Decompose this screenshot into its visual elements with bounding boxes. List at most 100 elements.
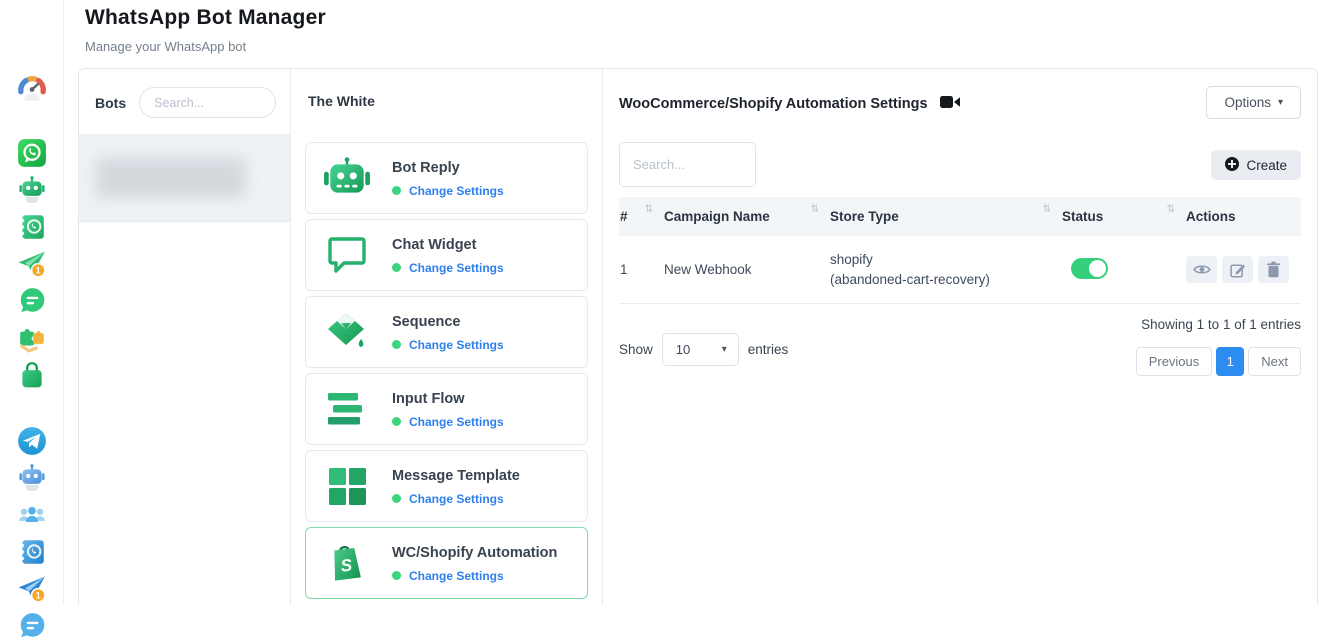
cell-campaign-name: New Webhook [663,236,829,304]
automation-settings-panel: WooCommerce/Shopify Automation Settings … [603,69,1317,605]
sort-icon[interactable]: ⇅ [645,204,653,215]
previous-page-button[interactable]: Previous [1136,347,1213,376]
status-dot [392,571,401,580]
create-button[interactable]: Create [1211,150,1301,180]
feature-title: Chat Widget [392,237,476,253]
next-page-button[interactable]: Next [1248,347,1301,376]
show-label: Show [619,342,653,357]
table-info-text: Showing 1 to 1 of 1 entries [1141,317,1301,332]
page-header: WhatsApp Bot Manager Manage your WhatsAp… [85,6,326,54]
page-1-button[interactable]: 1 [1216,347,1244,376]
bots-search-input[interactable] [139,87,276,118]
cell-store-type: shopify (abandoned-cart-recovery) [829,236,1061,304]
edit-button[interactable] [1222,256,1253,283]
bots-heading: Bots [95,95,126,111]
page-length-control: Show 10 ▾ entries [619,322,788,376]
panel-heading: WooCommerce/Shopify Automation Settings [619,96,928,112]
bots-panel-header: Bots [79,69,290,135]
sort-icon[interactable]: ⇅ [1167,204,1175,215]
input-flow-icon [318,392,376,426]
feature-card-sequence[interactable]: Sequence Change Settings [305,296,588,368]
column-header-campaign-name[interactable]: Campaign Name⇅ [663,197,829,236]
feature-card-input-flow[interactable]: Input Flow Change Settings [305,373,588,445]
status-dot [392,494,401,503]
video-tutorial-icon[interactable] [940,95,960,113]
telegram-bot-icon[interactable] [17,463,47,493]
telegram-icon[interactable] [17,426,47,456]
change-settings-link[interactable]: Change Settings [409,261,504,275]
options-button[interactable]: Options ▾ [1206,86,1301,119]
feature-card-wc-shopify-automation[interactable]: S WC/Shopify Automation Change Settings [305,527,588,599]
cell-index: 1 [619,236,663,304]
feature-card-message-template[interactable]: Message Template Change Settings [305,450,588,522]
table-header-row: #⇅ Campaign Name⇅ Store Type⇅ Status⇅ Ac… [619,197,1301,236]
plus-circle-icon [1225,157,1239,174]
table-search-input[interactable] [619,142,756,187]
delete-button[interactable] [1258,256,1289,283]
features-panel: The White Bot Reply Change Settings [291,69,603,605]
telegram-groups-icon[interactable] [17,500,47,530]
telegram-contacts-icon[interactable] [17,537,47,567]
bot-reply-icon [318,157,376,199]
page-title: WhatsApp Bot Manager [85,6,326,30]
whatsapp-bot-icon[interactable] [17,175,47,205]
telegram-broadcast-icon[interactable]: 1 [17,574,47,604]
table-toolbar: Create [619,142,1301,187]
panel-header: WooCommerce/Shopify Automation Settings … [619,86,1301,119]
change-settings-link[interactable]: Change Settings [409,415,504,429]
sequence-icon [318,311,376,353]
shopify-icon: S [318,541,376,585]
status-dot [392,417,401,426]
sort-icon[interactable]: ⇅ [811,204,819,215]
feature-title: Bot Reply [392,160,460,176]
bot-list-item-selected[interactable] [79,135,290,222]
column-header-actions: Actions [1185,197,1301,236]
message-template-icon [318,466,376,506]
bot-manager-card: Bots The White Bot Reply Change Settings [78,68,1318,605]
campaigns-table: #⇅ Campaign Name⇅ Store Type⇅ Status⇅ Ac… [619,197,1301,304]
entries-label: entries [748,342,789,357]
app-icon-rail: 1 1 [0,0,64,604]
features-list: Bot Reply Change Settings Chat Widget Ch… [305,142,588,599]
dashboard-gauge-icon[interactable] [17,74,47,104]
cell-actions [1185,236,1301,304]
svg-text:1: 1 [35,591,40,601]
change-settings-link[interactable]: Change Settings [409,569,504,583]
features-heading: The White [305,93,588,109]
sort-icon[interactable]: ⇅ [1043,204,1051,215]
edit-icon [1230,262,1246,278]
bots-panel: Bots [79,69,291,605]
change-settings-link[interactable]: Change Settings [409,184,504,198]
status-dot [392,263,401,272]
feature-card-bot-reply[interactable]: Bot Reply Change Settings [305,142,588,214]
caret-down-icon: ▾ [722,344,727,355]
whatsapp-shop-icon[interactable] [17,360,47,390]
column-header-index[interactable]: #⇅ [619,197,663,236]
cell-status [1061,236,1185,304]
telegram-chat-icon[interactable] [17,611,47,641]
whatsapp-contacts-icon[interactable] [17,212,47,242]
eye-icon [1193,263,1211,276]
whatsapp-icon[interactable] [17,138,47,168]
change-settings-link[interactable]: Change Settings [409,338,504,352]
change-settings-link[interactable]: Change Settings [409,492,504,506]
status-toggle[interactable] [1071,258,1108,279]
column-header-store-type[interactable]: Store Type⇅ [829,197,1061,236]
whatsapp-chat-icon[interactable] [17,286,47,316]
whatsapp-integrations-icon[interactable] [17,323,47,353]
feature-card-chat-widget[interactable]: Chat Widget Change Settings [305,219,588,291]
svg-text:1: 1 [35,266,40,276]
caret-down-icon: ▾ [1278,97,1283,108]
table-row: 1 New Webhook shopify (abandoned-cart-re… [619,236,1301,304]
whatsapp-broadcast-icon[interactable]: 1 [17,249,47,279]
chat-widget-icon [318,235,376,275]
feature-title: Sequence [392,314,461,330]
column-header-status[interactable]: Status⇅ [1061,197,1185,236]
page-length-select[interactable]: 10 ▾ [662,333,739,366]
status-dot [392,186,401,195]
page-subtitle: Manage your WhatsApp bot [85,39,326,54]
table-footer: Show 10 ▾ entries Showing 1 to 1 of 1 en… [619,315,1301,376]
feature-title: Input Flow [392,391,464,407]
status-dot [392,340,401,349]
view-button[interactable] [1186,256,1217,283]
